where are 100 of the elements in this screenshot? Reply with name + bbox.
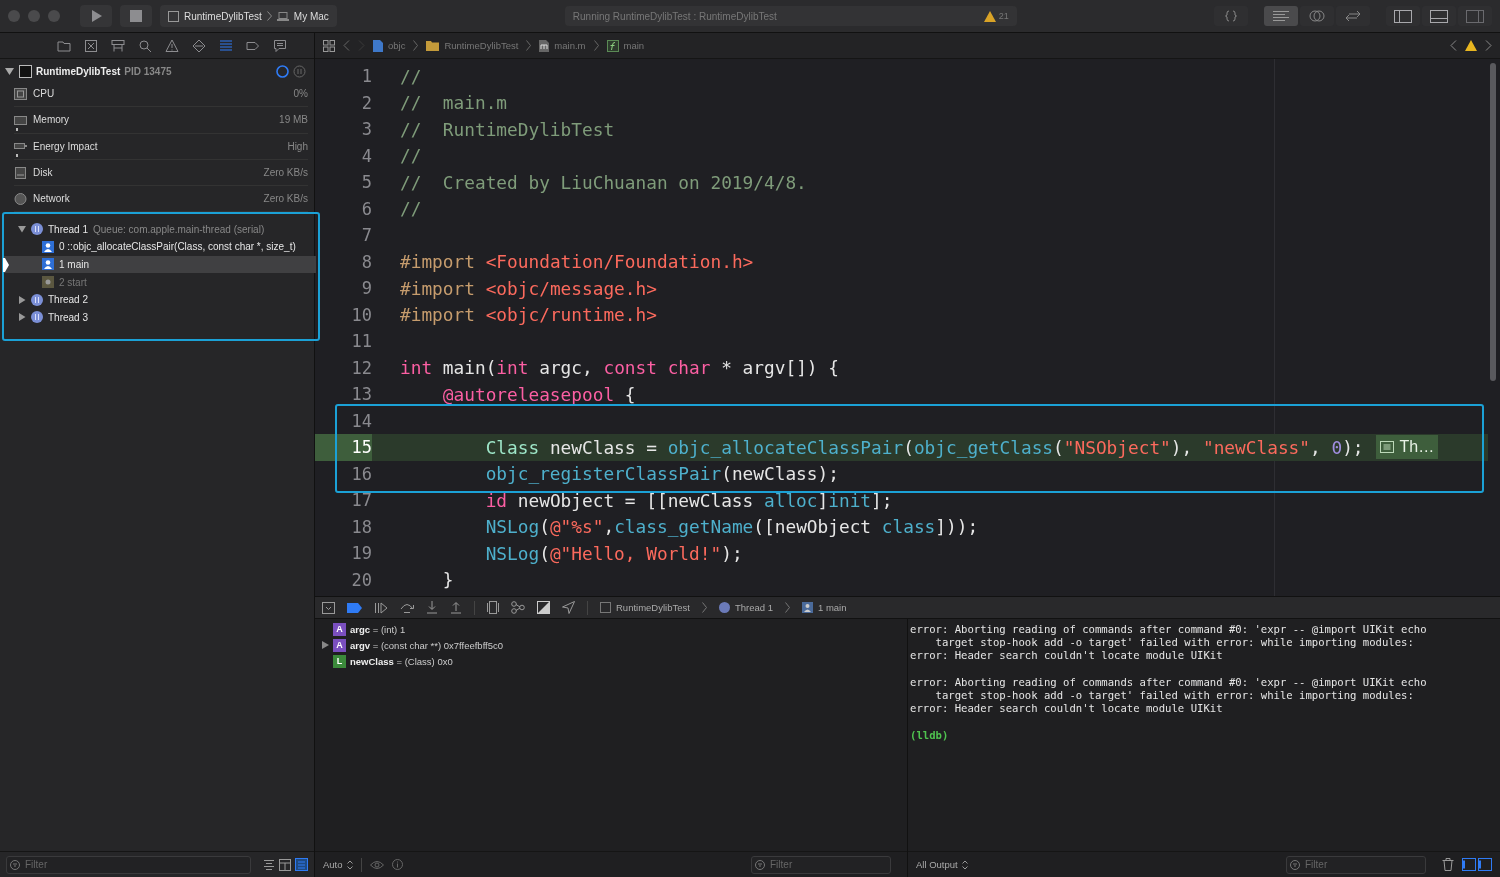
scope-badge: L [333,654,346,668]
find-navigator-tab[interactable] [137,37,153,54]
grid-icon[interactable] [279,858,291,871]
thread-queue: Queue: com.apple.main-thread (serial) [93,223,265,235]
line-number: 15 [315,434,372,461]
stack-frame[interactable]: 1 main [4,255,316,274]
gauge-row[interactable]: Network Zero KB/s [14,186,308,213]
info-icon[interactable] [391,859,403,870]
stop-icon [130,10,142,22]
chevron-icon [526,40,532,51]
line-number: 7 [360,225,372,246]
disclosure-triangle[interactable] [18,225,26,234]
thread-name[interactable]: Thread 1 [48,223,89,235]
filter-field[interactable]: Filter [6,855,251,874]
debug-area-toggle[interactable] [1422,6,1456,26]
standard-editor-button[interactable] [1264,6,1298,26]
thread-icon [31,223,43,236]
symbol-navigator-tab[interactable] [110,37,126,54]
variable-text: argc = (int) 1 [350,623,406,635]
output-popup[interactable]: All Output [916,859,968,870]
code-line: // [400,198,422,220]
line-number: 19 [350,543,372,564]
step-into-icon[interactable] [426,601,438,614]
thread-name[interactable]: Thread 3 [48,311,89,323]
report-icon [273,38,287,53]
test-navigator-tab[interactable] [191,37,207,54]
disclosure-triangle[interactable] [18,313,26,322]
stack-frame[interactable]: 0 ::objc_allocateClassPair(Class, const char *, size_t) [4,238,316,256]
gauge-row[interactable]: Disk Zero KB/s [14,159,308,187]
path-item[interactable]: Thread 1 [718,602,773,613]
scope-popup[interactable]: Auto [323,859,353,870]
variable-row[interactable]: L newClass = (Class) 0x0 [315,653,907,669]
run-button[interactable] [80,5,112,27]
issue-navigator-tab[interactable] [164,37,180,54]
braces-icon [1225,10,1237,22]
thread-name[interactable]: Thread 2 [48,294,89,306]
line-number: 10 [350,304,372,325]
scope-badge: A [333,622,346,636]
current-frame-marker [3,257,9,272]
stop-button[interactable] [120,5,152,27]
process-id: PID 13475 [124,65,172,77]
location-icon[interactable] [562,601,575,614]
view-debugger-icon[interactable] [487,601,499,614]
hide-debug-area-icon[interactable] [322,601,335,614]
continue-icon[interactable] [374,601,388,614]
assistant-editor-button[interactable] [1300,6,1334,26]
memory-graph-icon[interactable] [511,601,525,614]
line-number: 1 [360,66,372,87]
code-line: NSLog(@"%s",class_getName([newObject class])); [484,516,979,538]
line-number: 2 [360,92,372,113]
line-number: 13 [350,384,372,405]
person-icon [42,240,54,253]
warning-icon [983,10,996,22]
path-item[interactable]: RuntimeDylibTest [600,602,690,613]
activity-status: Running RuntimeDylibTest : RuntimeDylibTest [572,10,778,22]
environment-overrides-icon[interactable] [537,601,550,614]
trash-icon[interactable] [1442,858,1454,871]
path-item[interactable]: 1 main [801,602,847,613]
circles-icon [1309,9,1325,23]
eye-icon[interactable] [369,859,384,870]
report-navigator-tab[interactable] [272,37,288,54]
source-control-navigator-tab[interactable] [83,37,99,54]
source-control-icon [84,38,98,53]
filter-field[interactable]: Filter [751,855,891,874]
filter-field[interactable]: Filter [1286,855,1426,874]
path-item[interactable]: objc [373,39,406,52]
inspector-toggle[interactable] [1458,6,1492,26]
gauge-row[interactable]: Memory 19 MB [14,107,308,134]
find-icon [138,38,152,53]
path-item[interactable]: main [606,39,645,52]
split-view-icon[interactable] [1462,858,1492,871]
disclosure-triangle[interactable] [5,66,14,76]
gauge-row[interactable]: Energy Impact High [14,133,308,160]
code-line: #import <objc/runtime.h> [400,304,657,326]
navigator-toggle[interactable] [1386,6,1420,26]
code-line: id newObject = [[newClass alloc]init]; [484,489,893,511]
variable-row[interactable]: A argc = (int) 1 [315,621,907,637]
warning-icon[interactable] [1465,40,1477,51]
line-number: 12 [350,357,372,378]
disclosure-triangle[interactable] [18,295,26,304]
code-review-button[interactable] [1214,6,1248,26]
scrollbar[interactable] [1490,63,1496,381]
path-item[interactable]: main.m [539,39,586,52]
variable-row[interactable]: A argv = (const char **) 0x7ffeefbff5c0 [315,637,907,653]
symbol-icon [111,38,125,53]
scheme-selector[interactable]: RuntimeDylibTest My Mac [160,5,337,27]
thread-annotation[interactable]: Th… [1375,435,1439,460]
disclosure-triangle[interactable] [322,641,329,649]
step-out-icon[interactable] [450,601,462,614]
project-icon [57,38,71,53]
filter-icon [10,859,20,870]
filter-icon [755,859,765,870]
breakpoints-toggle[interactable] [347,602,362,613]
gauge-icon[interactable] [276,64,289,78]
list-icon[interactable] [263,858,275,871]
lldb-prompt[interactable]: (lldb) [910,728,949,742]
path-item[interactable]: RuntimeDylibTest [426,40,519,51]
gauge-row[interactable]: CPU 0% [14,81,308,108]
step-over-icon[interactable] [400,601,414,614]
related-items-icon[interactable] [323,39,335,52]
